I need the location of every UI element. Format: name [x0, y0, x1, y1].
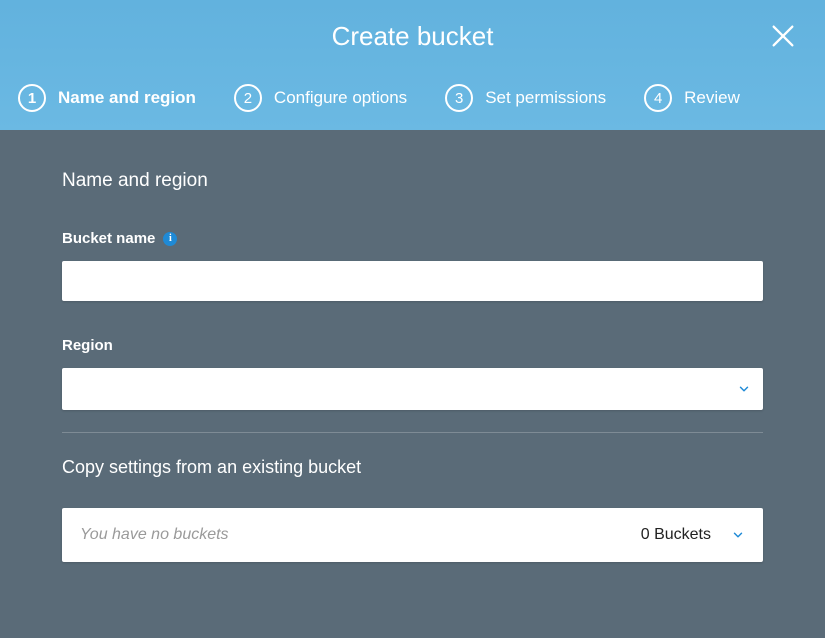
step-review[interactable]: 4 Review — [644, 84, 740, 112]
step-number-icon: 4 — [644, 84, 672, 112]
step-configure-options[interactable]: 2 Configure options — [234, 84, 407, 112]
region-select[interactable] — [62, 368, 763, 410]
modal-header: Create bucket 1 Name and region 2 Config… — [0, 0, 825, 130]
step-number-icon: 1 — [18, 84, 46, 112]
bucket-name-label: Bucket name i — [62, 230, 763, 247]
section-title: Name and region — [62, 170, 763, 192]
copy-settings-select[interactable]: You have no buckets 0 Buckets — [62, 508, 763, 562]
bucket-count: 0 Buckets — [641, 526, 711, 544]
info-icon[interactable]: i — [163, 232, 177, 246]
wizard-steps: 1 Name and region 2 Configure options 3 … — [0, 72, 825, 130]
copy-settings-placeholder: You have no buckets — [80, 526, 229, 544]
step-label: Set permissions — [485, 88, 606, 108]
bucket-name-label-text: Bucket name — [62, 230, 155, 247]
step-label: Review — [684, 88, 740, 108]
copy-settings-right: 0 Buckets — [641, 526, 745, 544]
region-label: Region — [62, 337, 763, 354]
step-number-icon: 2 — [234, 84, 262, 112]
step-label: Configure options — [274, 88, 407, 108]
step-label: Name and region — [58, 88, 196, 108]
chevron-down-icon — [737, 382, 751, 396]
title-row: Create bucket — [0, 0, 825, 72]
modal-title: Create bucket — [332, 21, 494, 52]
step-name-and-region[interactable]: 1 Name and region — [18, 84, 196, 112]
step-set-permissions[interactable]: 3 Set permissions — [445, 84, 606, 112]
close-icon[interactable] — [769, 22, 797, 50]
copy-settings-title: Copy settings from an existing bucket — [62, 457, 763, 478]
modal-body: Name and region Bucket name i Region Cop… — [0, 130, 825, 602]
divider — [62, 432, 763, 433]
bucket-name-input[interactable] — [62, 261, 763, 301]
chevron-down-icon — [731, 528, 745, 542]
step-number-icon: 3 — [445, 84, 473, 112]
